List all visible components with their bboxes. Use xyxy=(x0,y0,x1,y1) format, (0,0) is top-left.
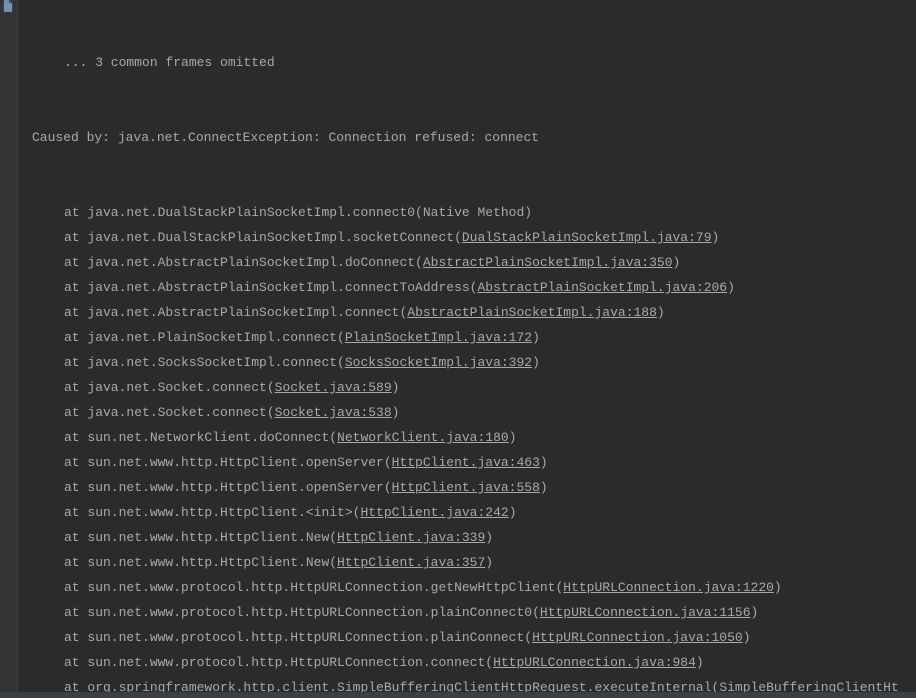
frame-text: at sun.net.www.http.HttpClient.openServe… xyxy=(64,480,392,495)
frames-omitted: ... 3 common frames omitted xyxy=(32,50,916,75)
stack-frame: at sun.net.www.http.HttpClient.<init>(Ht… xyxy=(32,500,916,525)
file-icon xyxy=(3,0,13,12)
frame-text: at java.net.SocksSocketImpl.connect( xyxy=(64,355,345,370)
frame-text: ) xyxy=(743,630,751,645)
frame-text: at sun.net.NetworkClient.doConnect( xyxy=(64,430,337,445)
stack-frame: at java.net.Socket.connect(Socket.java:5… xyxy=(32,400,916,425)
stack-frame: at sun.net.NetworkClient.doConnect(Netwo… xyxy=(32,425,916,450)
caused-by-line: Caused by: java.net.ConnectException: Co… xyxy=(32,125,916,150)
source-link[interactable]: HttpClient.java:242 xyxy=(360,505,508,520)
stack-frame: at java.net.DualStackPlainSocketImpl.con… xyxy=(32,200,916,225)
source-link[interactable]: HttpURLConnection.java:984 xyxy=(493,655,696,670)
frame-text: at sun.net.www.http.HttpClient.openServe… xyxy=(64,455,392,470)
stack-frame: at java.net.AbstractPlainSocketImpl.doCo… xyxy=(32,250,916,275)
frame-text: ) xyxy=(392,380,400,395)
frame-text: at java.net.DualStackPlainSocketImpl.con… xyxy=(64,205,532,220)
statusbar-bg xyxy=(0,692,916,698)
stack-frame: at sun.net.www.http.HttpClient.New(HttpC… xyxy=(32,550,916,575)
source-link[interactable]: HttpURLConnection.java:1220 xyxy=(563,580,774,595)
frame-text: at sun.net.www.protocol.http.HttpURLConn… xyxy=(64,655,493,670)
frame-text: ) xyxy=(540,480,548,495)
frame-text: at sun.net.www.protocol.http.HttpURLConn… xyxy=(64,630,532,645)
stack-frame: at java.net.Socket.connect(Socket.java:5… xyxy=(32,375,916,400)
source-link[interactable]: HttpURLConnection.java:1156 xyxy=(540,605,751,620)
frame-text: at java.net.DualStackPlainSocketImpl.soc… xyxy=(64,230,462,245)
frame-text: at sun.net.www.protocol.http.HttpURLConn… xyxy=(64,580,563,595)
frame-text: at java.net.AbstractPlainSocketImpl.conn… xyxy=(64,305,407,320)
frame-text: ) xyxy=(509,505,517,520)
frame-text: at sun.net.www.protocol.http.HttpURLConn… xyxy=(64,605,540,620)
stack-frame: at java.net.AbstractPlainSocketImpl.conn… xyxy=(32,275,916,300)
stack-frame: at sun.net.www.http.HttpClient.openServe… xyxy=(32,475,916,500)
frame-text: at java.net.AbstractPlainSocketImpl.conn… xyxy=(64,280,477,295)
frame-text: ) xyxy=(540,455,548,470)
frame-text: ) xyxy=(751,605,759,620)
frame-text: ) xyxy=(392,405,400,420)
source-link[interactable]: PlainSocketImpl.java:172 xyxy=(345,330,532,345)
frame-text: ) xyxy=(657,305,665,320)
stack-frame: at java.net.AbstractPlainSocketImpl.conn… xyxy=(32,300,916,325)
frame-text: ) xyxy=(509,430,517,445)
gutter xyxy=(0,0,18,698)
frame-text: at sun.net.www.http.HttpClient.New( xyxy=(64,530,337,545)
source-link[interactable]: Socket.java:538 xyxy=(275,405,392,420)
frame-text: ) xyxy=(712,230,720,245)
stack-frame: at java.net.DualStackPlainSocketImpl.soc… xyxy=(32,225,916,250)
frame-text: ) xyxy=(485,555,493,570)
stack-frame: at java.net.PlainSocketImpl.connect(Plai… xyxy=(32,325,916,350)
frame-text: ) xyxy=(696,655,704,670)
frame-text: ) xyxy=(673,255,681,270)
source-link[interactable]: DualStackPlainSocketImpl.java:79 xyxy=(462,230,712,245)
source-link[interactable]: HttpURLConnection.java:1050 xyxy=(532,630,743,645)
source-link[interactable]: NetworkClient.java:180 xyxy=(337,430,509,445)
frame-text: ) xyxy=(532,330,540,345)
console-output[interactable]: ... 3 common frames omitted Caused by: j… xyxy=(18,0,916,698)
frame-text: at sun.net.www.http.HttpClient.New( xyxy=(64,555,337,570)
stack-frame: at sun.net.www.protocol.http.HttpURLConn… xyxy=(32,575,916,600)
stack-frame: at sun.net.www.http.HttpClient.openServe… xyxy=(32,450,916,475)
frame-text: at java.net.Socket.connect( xyxy=(64,380,275,395)
frame-text: at sun.net.www.http.HttpClient.<init>( xyxy=(64,505,360,520)
stack-frame: at sun.net.www.protocol.http.HttpURLConn… xyxy=(32,650,916,675)
frame-text: ) xyxy=(774,580,782,595)
frame-text: ) xyxy=(485,530,493,545)
source-link[interactable]: AbstractPlainSocketImpl.java:188 xyxy=(407,305,657,320)
source-link[interactable]: AbstractPlainSocketImpl.java:350 xyxy=(423,255,673,270)
frame-text: at java.net.AbstractPlainSocketImpl.doCo… xyxy=(64,255,423,270)
frame-text: at java.net.Socket.connect( xyxy=(64,405,275,420)
frame-text: at java.net.PlainSocketImpl.connect( xyxy=(64,330,345,345)
stack-frame: at sun.net.www.protocol.http.HttpURLConn… xyxy=(32,625,916,650)
source-link[interactable]: HttpClient.java:463 xyxy=(392,455,540,470)
source-link[interactable]: HttpClient.java:558 xyxy=(392,480,540,495)
source-link[interactable]: HttpClient.java:357 xyxy=(337,555,485,570)
source-link[interactable]: SocksSocketImpl.java:392 xyxy=(345,355,532,370)
source-link[interactable]: AbstractPlainSocketImpl.java:206 xyxy=(477,280,727,295)
stack-frame: at sun.net.www.protocol.http.HttpURLConn… xyxy=(32,600,916,625)
source-link[interactable]: Socket.java:589 xyxy=(275,380,392,395)
source-link[interactable]: HttpClient.java:339 xyxy=(337,530,485,545)
stack-frame: at sun.net.www.http.HttpClient.New(HttpC… xyxy=(32,525,916,550)
stack-frame: at java.net.SocksSocketImpl.connect(Sock… xyxy=(32,350,916,375)
frame-text: ) xyxy=(727,280,735,295)
frame-text: ) xyxy=(532,355,540,370)
